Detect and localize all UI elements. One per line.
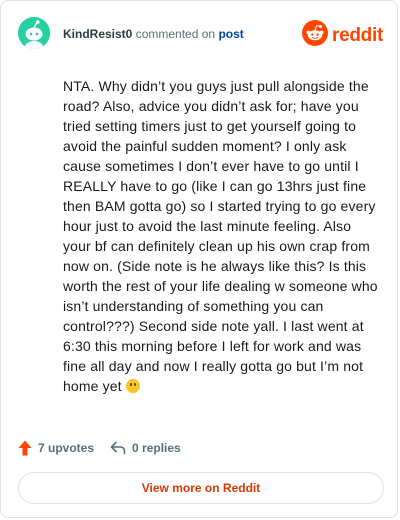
- comment-body-text: NTA. Why didn’t you guys just pull along…: [63, 78, 378, 394]
- reddit-logo-icon: [302, 20, 329, 51]
- reply-stat[interactable]: 0 replies: [110, 441, 181, 455]
- reddit-brand[interactable]: reddit: [302, 20, 383, 51]
- view-more-button[interactable]: View more on Reddit: [18, 472, 384, 504]
- comment-header: KindResist0 commented on post: [63, 26, 244, 42]
- upside-down-face-icon: [125, 379, 140, 393]
- reply-arrow-icon: [110, 441, 132, 455]
- reply-count: 0 replies: [132, 441, 181, 455]
- reddit-wordmark: reddit: [332, 24, 383, 46]
- comment-stats: 7 upvotes 0 replies: [18, 439, 181, 457]
- snoo-avatar-icon[interactable]: [18, 17, 50, 49]
- embedded-comment-card: KindResist0 commented on post reddit NTA…: [0, 0, 398, 518]
- comment-body: NTA. Why didn’t you guys just pull along…: [63, 76, 379, 396]
- username-link[interactable]: KindResist0: [63, 27, 132, 41]
- comment-action-text: commented on: [135, 27, 216, 41]
- upvote-count: 7 upvotes: [38, 441, 95, 455]
- upvote-arrow-icon: [18, 440, 38, 456]
- post-link[interactable]: post: [218, 27, 243, 41]
- upvote-stat[interactable]: 7 upvotes: [18, 440, 94, 456]
